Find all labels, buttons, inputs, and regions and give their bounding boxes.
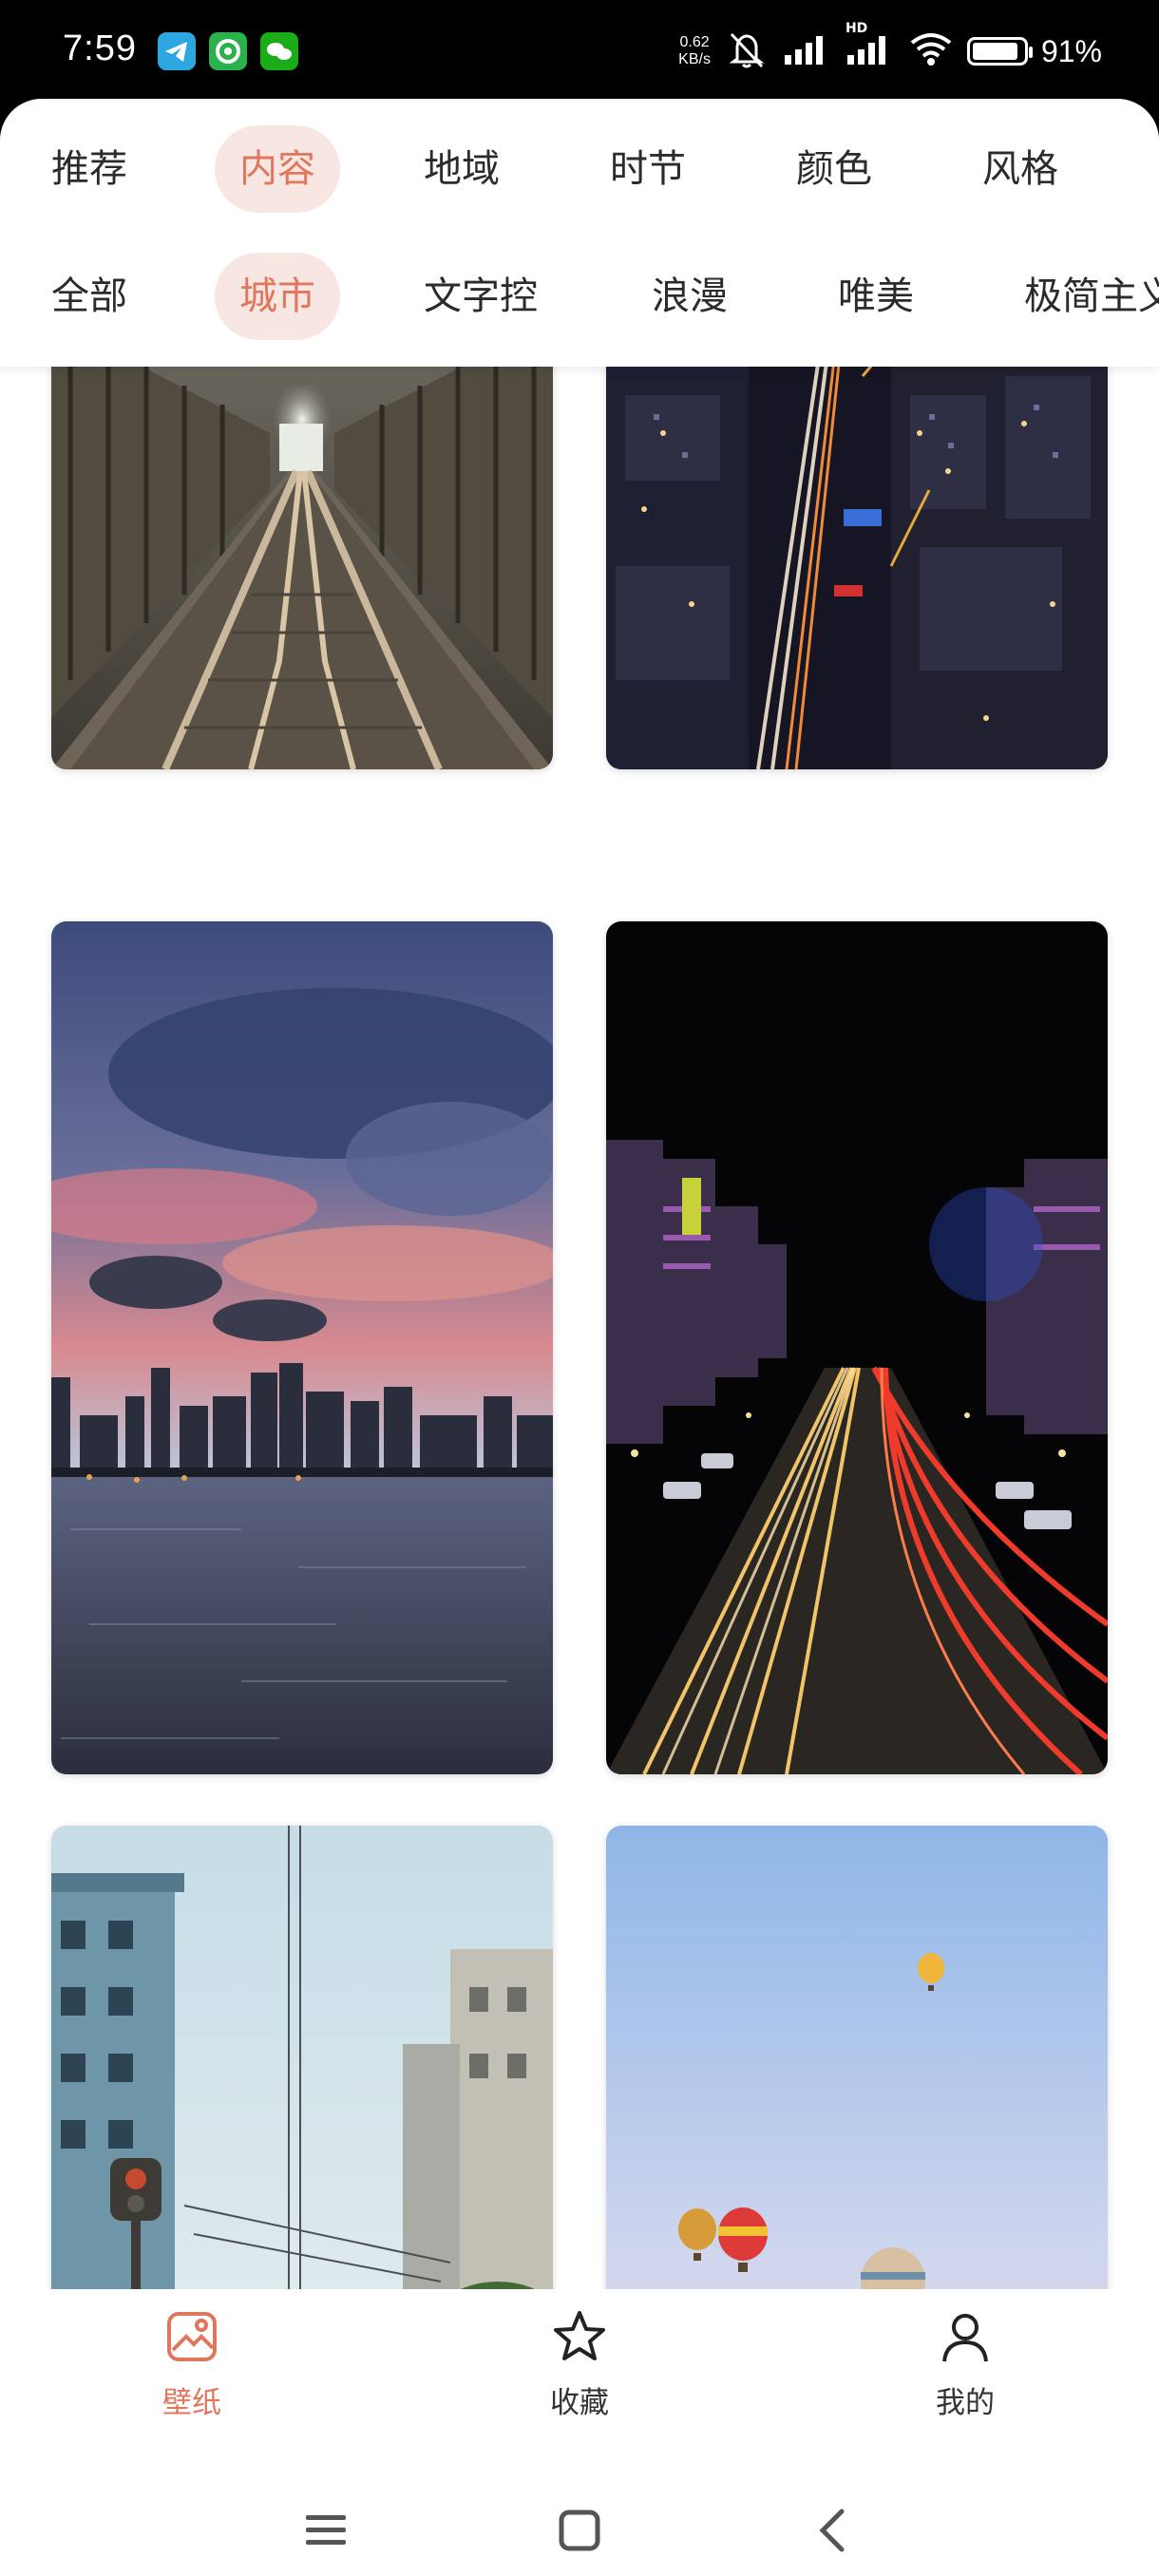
subtab-city[interactable]: 城市 xyxy=(215,253,340,340)
tab-color[interactable]: 颜色 xyxy=(796,125,872,213)
system-nav-bar xyxy=(0,2477,1159,2576)
hd-label: HD xyxy=(845,21,868,36)
battery-icon xyxy=(966,37,1033,66)
wallpaper-card-light-trails[interactable] xyxy=(606,921,1108,1774)
wallpaper-icon xyxy=(167,2312,217,2361)
status-icons: 0.62 KB/s HD 91% xyxy=(678,21,1102,76)
tab-style[interactable]: 风格 xyxy=(982,125,1058,213)
net-speed-value: 0.62 xyxy=(679,34,710,50)
tab-content[interactable]: 内容 xyxy=(215,125,340,213)
tab-season[interactable]: 时节 xyxy=(610,125,686,213)
net-speed: 0.62 KB/s xyxy=(678,34,711,68)
tab-recommend[interactable]: 推荐 xyxy=(51,125,127,213)
signal-hd-icon: HD xyxy=(846,21,895,70)
home-icon[interactable] xyxy=(559,2510,600,2555)
subtab-all[interactable]: 全部 xyxy=(51,253,127,340)
status-bar: 7:59 0.62 KB/s HD 91% xyxy=(0,0,1159,106)
net-speed-unit: KB/s xyxy=(678,51,711,67)
railway-image xyxy=(51,367,553,769)
wallpaper-card-railway[interactable] xyxy=(51,367,553,769)
subtab-aesthetic[interactable]: 唯美 xyxy=(838,253,914,340)
menu-icon[interactable] xyxy=(304,2511,348,2553)
wallpaper-card-night-aerial[interactable] xyxy=(606,367,1108,769)
subtab-minimalism[interactable]: 极简主义 xyxy=(1024,253,1159,340)
nav-wallpaper[interactable]: 壁纸 xyxy=(116,2308,268,2421)
sub-tab-row: 全部 城市 文字控 浪漫 唯美 极简主义 xyxy=(0,253,1159,348)
wallpaper-card-river-skyline[interactable] xyxy=(51,921,553,1774)
tab-region[interactable]: 地域 xyxy=(424,125,500,213)
subtab-romantic[interactable]: 浪漫 xyxy=(652,253,728,340)
wechat-icon xyxy=(260,32,298,70)
nav-profile-label: 我的 xyxy=(936,2386,995,2420)
back-icon[interactable] xyxy=(815,2508,849,2557)
mute-bell-icon xyxy=(724,28,770,74)
category-tab-row: 推荐 内容 地域 时节 颜色 风格 xyxy=(0,125,1159,220)
nav-favorites[interactable]: 收藏 xyxy=(504,2308,656,2421)
wifi-icon xyxy=(908,31,954,71)
star-icon xyxy=(554,2311,605,2360)
battery-text: 91% xyxy=(1040,33,1102,68)
nav-favorites-label: 收藏 xyxy=(550,2386,609,2420)
nav-profile[interactable]: 我的 xyxy=(889,2308,1041,2421)
river-skyline-image xyxy=(51,921,553,1774)
battery-level xyxy=(972,43,1017,60)
wallpaper-grid xyxy=(0,367,1159,2388)
night-aerial-image xyxy=(606,367,1108,769)
signal-1-icon xyxy=(783,32,832,70)
bottom-nav: 壁纸 收藏 我的 xyxy=(0,2289,1159,2479)
telegram-icon xyxy=(158,32,196,70)
subtab-text[interactable]: 文字控 xyxy=(424,253,538,340)
status-time: 7:59 xyxy=(63,28,137,68)
nav-wallpaper-label: 壁纸 xyxy=(162,2386,221,2420)
app-surface: 推荐 内容 地域 时节 颜色 风格 全部 城市 文字控 浪漫 唯美 极简主义 壁… xyxy=(0,99,1159,2576)
light-trails-image xyxy=(606,921,1108,1774)
person-icon xyxy=(942,2314,988,2362)
tab-header: 推荐 内容 地域 时节 颜色 风格 全部 城市 文字控 浪漫 唯美 极简主义 xyxy=(0,99,1159,367)
app-shortcut-icon xyxy=(209,32,247,70)
